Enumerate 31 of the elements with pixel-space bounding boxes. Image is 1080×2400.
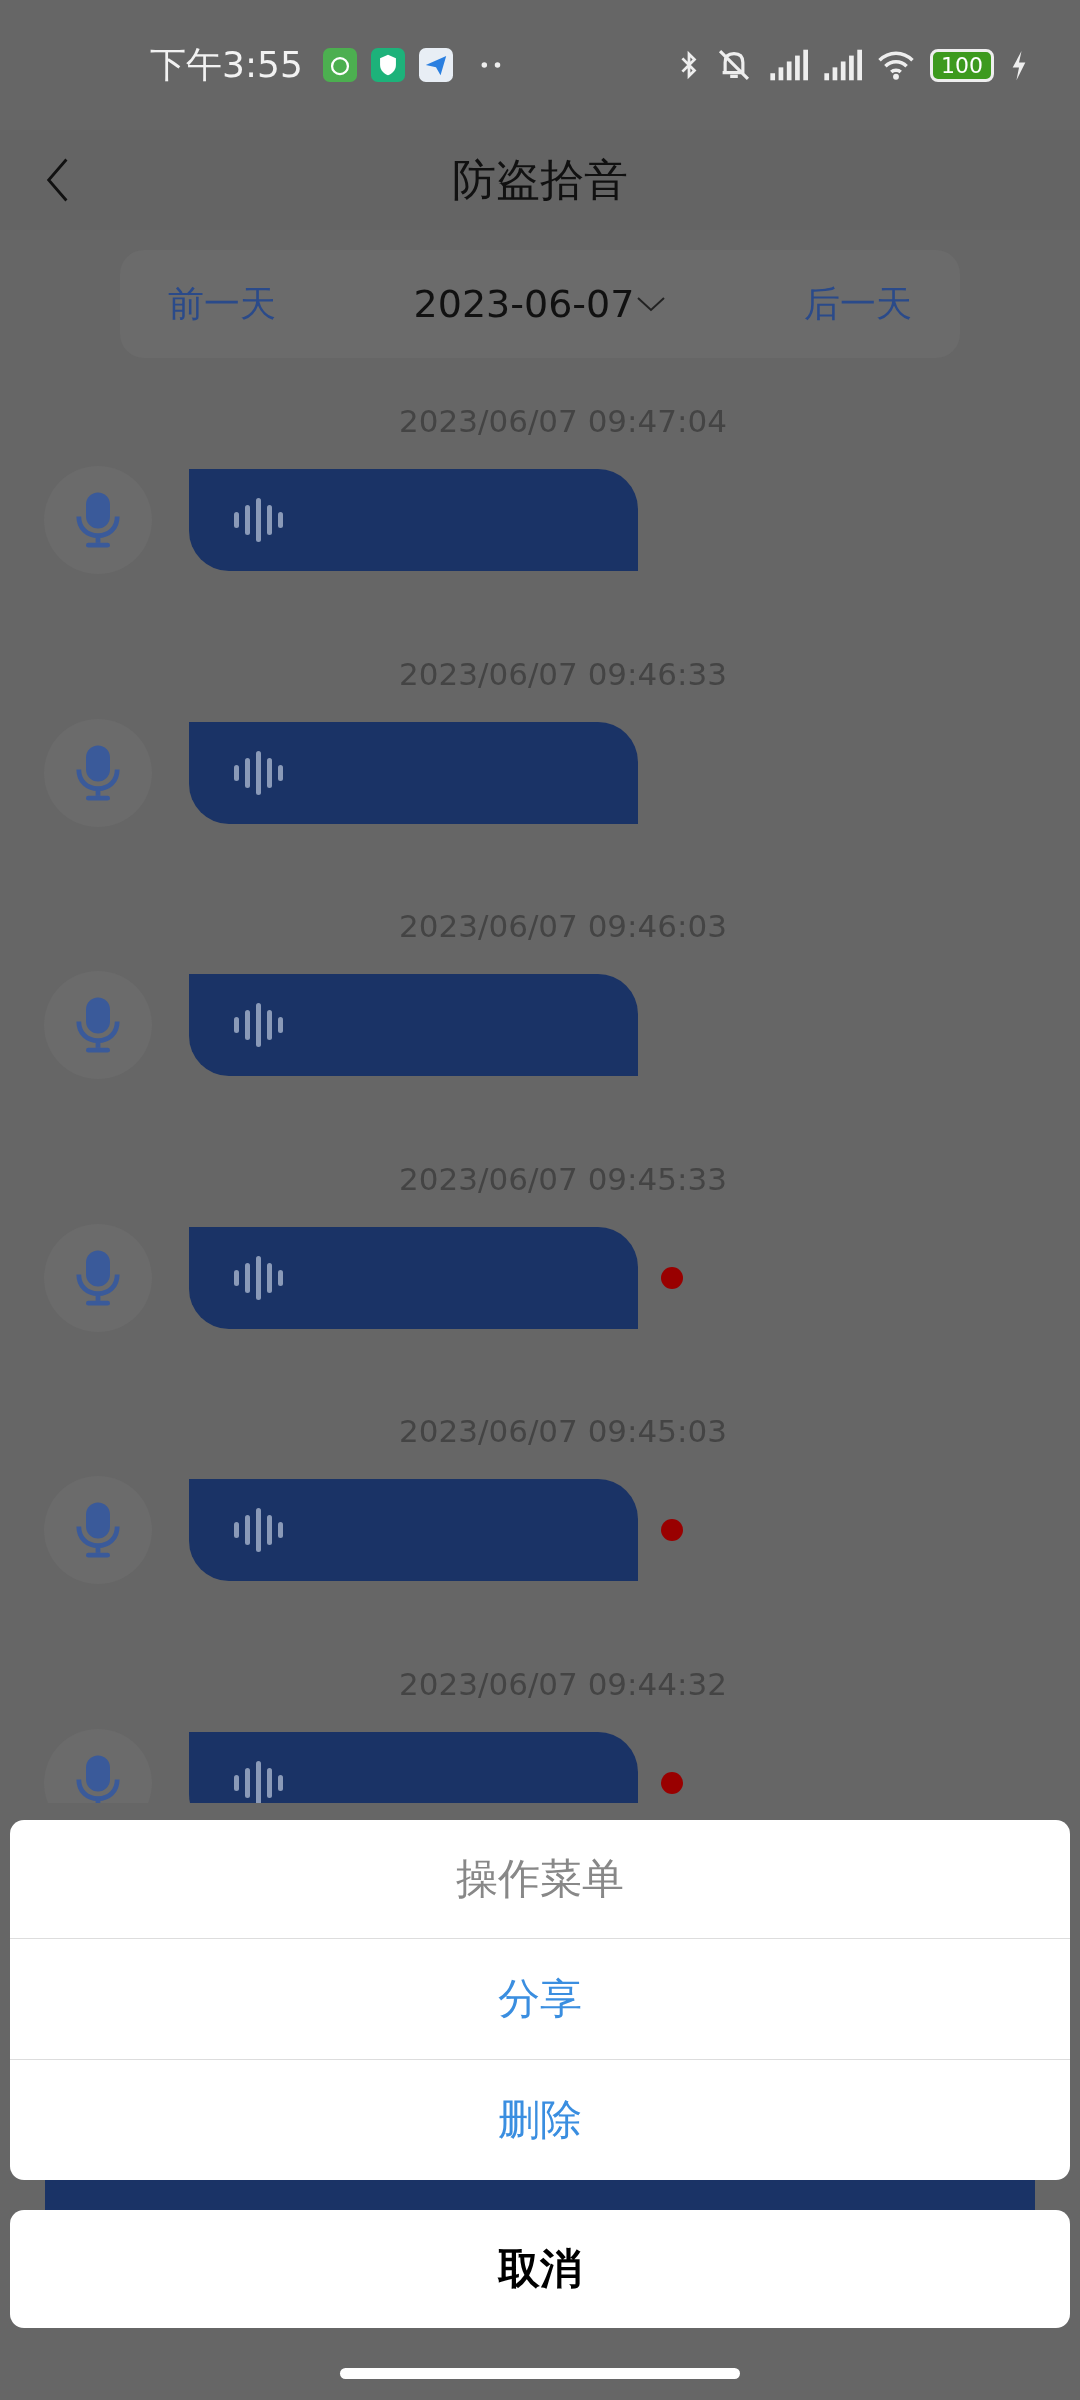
status-time: 下午3:55 xyxy=(150,42,303,87)
date-selector[interactable]: 2023-06-07 xyxy=(413,282,635,326)
voice-message-bubble[interactable] xyxy=(189,1479,638,1581)
sound-wave-icon xyxy=(233,1759,283,1803)
voice-message-bubble[interactable] xyxy=(189,1731,638,1803)
sound-wave-icon xyxy=(233,1507,283,1553)
microphone-icon xyxy=(74,742,122,803)
microphone-icon xyxy=(74,995,122,1055)
sound-wave-icon xyxy=(233,1254,283,1301)
sound-wave-icon xyxy=(233,749,283,796)
shield-icon xyxy=(370,48,405,82)
voice-message-bubble[interactable] xyxy=(189,1226,638,1329)
action-menu-item[interactable]: 删除 xyxy=(10,2059,1070,2180)
battery-level: 100 xyxy=(930,48,994,82)
sound-wave-icon xyxy=(233,1002,283,1048)
paper-plane-icon xyxy=(418,48,453,82)
microphone-icon xyxy=(74,1752,122,1803)
action-menu-item[interactable]: 分享 xyxy=(10,1938,1070,2059)
microphone-icon xyxy=(74,1500,122,1560)
app-notification-icon xyxy=(322,48,357,82)
page-title: 防盗拾音 xyxy=(452,152,628,207)
voice-message-bubble[interactable] xyxy=(189,469,638,571)
chevron-down-icon[interactable] xyxy=(636,296,667,312)
voice-message-bubble[interactable] xyxy=(189,974,638,1076)
microphone-icon xyxy=(74,1247,122,1308)
microphone-icon xyxy=(74,490,122,550)
cancel-button[interactable]: 取消 xyxy=(10,2210,1070,2328)
more-notifications-icon xyxy=(480,61,503,69)
action-sheet-title: 操作菜单 xyxy=(455,1853,625,1905)
voice-message-bubble[interactable] xyxy=(189,721,638,824)
sound-wave-icon xyxy=(233,497,283,543)
